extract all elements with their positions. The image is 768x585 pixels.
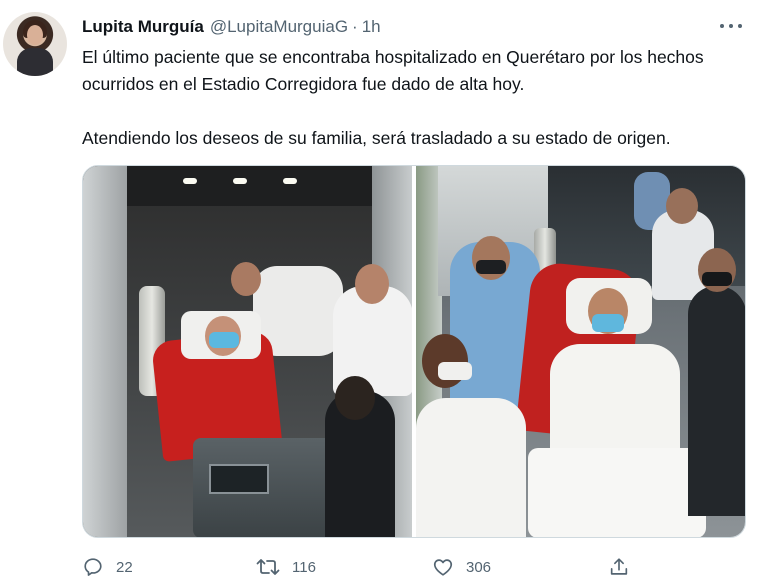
- avatar[interactable]: [3, 12, 67, 76]
- like-count: 306: [466, 558, 492, 576]
- guard-figure: [688, 286, 745, 516]
- like-button[interactable]: 306: [432, 556, 608, 578]
- ambulance-wall: [83, 166, 127, 537]
- more-horizontal-icon[interactable]: [720, 18, 742, 34]
- retweet-count: 116: [292, 558, 316, 576]
- reply-button[interactable]: 22: [82, 556, 256, 578]
- share-button[interactable]: [608, 556, 638, 578]
- retweet-button[interactable]: 116: [256, 556, 432, 578]
- tweet-photo-1[interactable]: [83, 166, 412, 537]
- guard-face-mask: [702, 272, 732, 286]
- monitor-screen: [209, 464, 269, 494]
- nurse-face-mask: [438, 362, 472, 380]
- reply-count: 22: [116, 558, 133, 576]
- paramedic-head: [231, 262, 261, 296]
- share-icon: [608, 556, 630, 578]
- tweet-text: El último paciente que se encontraba hos…: [82, 44, 742, 152]
- stretcher-sheet: [528, 448, 706, 537]
- medic-head: [355, 264, 389, 304]
- tweet-paragraph-2: Atendiendo los deseos de su familia, ser…: [82, 128, 671, 148]
- patient-face-mask: [209, 332, 239, 348]
- tweet-header: Lupita Murguía @LupitaMurguiaG · 1h: [82, 16, 381, 38]
- avatar-figure: [17, 48, 53, 76]
- tweet-photo-2[interactable]: [416, 166, 745, 537]
- patient-face-mask: [592, 314, 624, 332]
- separator-dot: ·: [352, 17, 358, 36]
- tweet-timestamp[interactable]: 1h: [362, 17, 381, 37]
- author-handle[interactable]: @LupitaMurguiaG: [210, 17, 348, 37]
- tweet-media: [82, 165, 746, 538]
- ceiling-light: [183, 178, 197, 184]
- officer-face-mask: [476, 260, 506, 274]
- paramedic-head: [666, 188, 698, 224]
- ambulance-ceiling: [127, 166, 372, 206]
- author-display-name[interactable]: Lupita Murguía: [82, 17, 204, 37]
- tweet-paragraph-1: El último paciente que se encontraba hos…: [82, 47, 704, 94]
- ceiling-light: [233, 178, 247, 184]
- tweet[interactable]: Lupita Murguía @LupitaMurguiaG · 1h El ú…: [0, 0, 768, 585]
- nurse-figure: [416, 398, 526, 537]
- attendant-head: [335, 376, 375, 420]
- tweet-actions: 22 116 306: [82, 553, 722, 581]
- heart-icon: [432, 556, 454, 578]
- retweet-icon: [256, 556, 280, 578]
- reply-icon: [82, 556, 104, 578]
- ceiling-light: [283, 178, 297, 184]
- avatar-face: [27, 25, 43, 45]
